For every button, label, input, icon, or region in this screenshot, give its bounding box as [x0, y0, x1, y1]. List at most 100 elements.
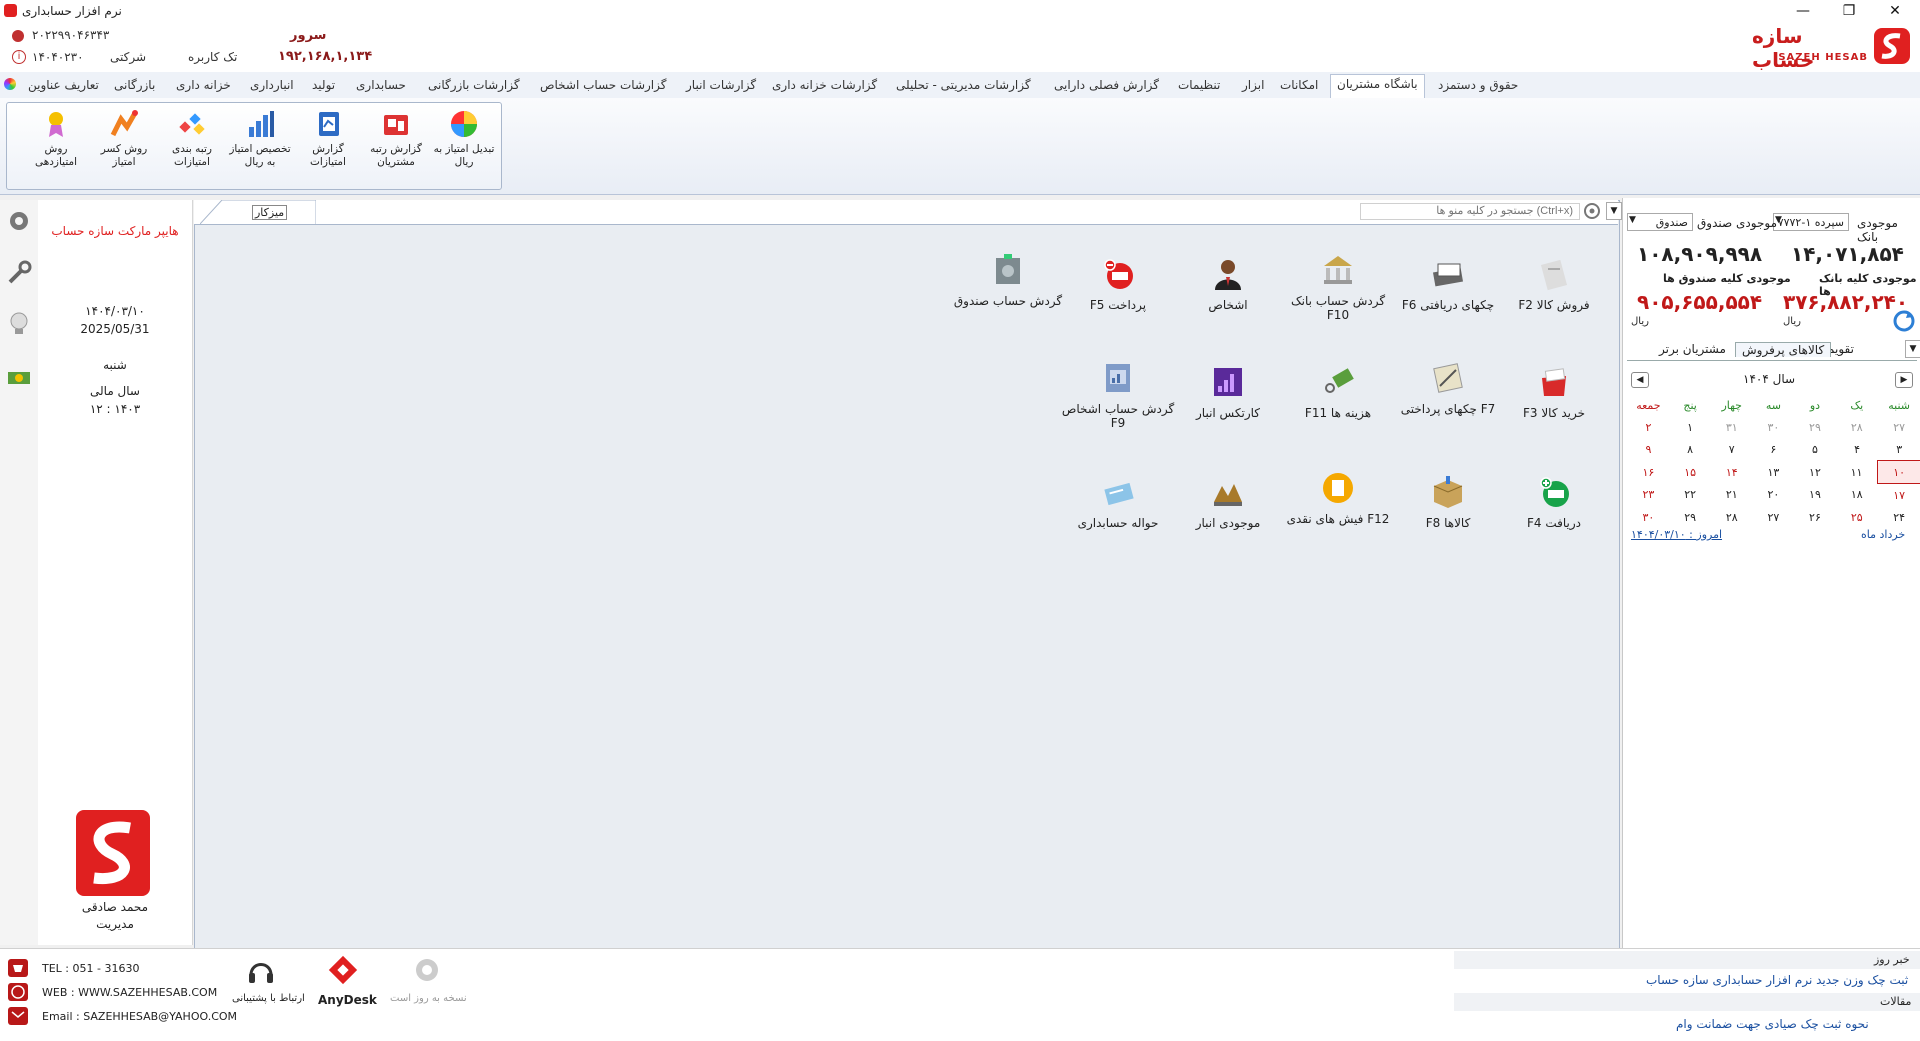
tile-received-cheques[interactable]: F6 چکهای دریافتی [1388, 256, 1508, 312]
footer-email[interactable]: Email : SAZEHHESAB@YAHOO.COM [42, 1010, 237, 1023]
calendar-day[interactable]: ۲۳ [1628, 484, 1670, 507]
search-settings-gear-icon[interactable] [1583, 202, 1601, 220]
support-label[interactable]: ارتباط با پشتیبانی [232, 993, 305, 1004]
panel-dropdown-toggle[interactable]: ▼ [1606, 202, 1622, 220]
menu-treasury-reports[interactable]: گزارشات خزانه داری [766, 76, 883, 94]
menu-accounting[interactable]: حسابداری [350, 76, 412, 94]
tile-receipt[interactable]: F4 دریافت [1494, 474, 1614, 530]
calendar-day[interactable]: ۱۹ [1794, 484, 1836, 507]
calendar-day[interactable]: ۹ [1628, 438, 1670, 461]
footer-web[interactable]: WEB : WWW.SAZEHHESAB.COM [42, 986, 217, 999]
calendar-day[interactable]: ۱۱ [1836, 461, 1878, 484]
tile-sales-invoice[interactable]: F2 فروش کالا [1494, 256, 1614, 312]
calendar-day[interactable]: ۲۸ [1836, 416, 1878, 438]
calendar-day[interactable]: ۱ [1669, 416, 1711, 438]
settings-gear-icon[interactable] [6, 208, 32, 234]
tile-paid-cheques[interactable]: چکهای پرداختی F7 [1388, 360, 1508, 416]
menu-commerce[interactable]: بازرگانی [108, 76, 161, 94]
calendar-prev-button[interactable]: ◀ [1631, 372, 1649, 388]
calendar-day[interactable]: ۱۳ [1753, 461, 1795, 484]
menu-management-reports[interactable]: گزارشات مدیریتی - تحلیلی [890, 76, 1037, 94]
calendar-day[interactable]: ۸ [1669, 438, 1711, 461]
calendar-day[interactable]: ۳۱ [1711, 416, 1753, 438]
money-icon[interactable] [6, 362, 32, 388]
menu-warehouse-reports[interactable]: گزارشات انبار [680, 76, 762, 94]
ranking-button[interactable]: رتبه بندی امتیازات [159, 109, 225, 169]
calendar-day[interactable]: ۱۷ [1878, 484, 1920, 507]
menu-settings[interactable]: تنظیمات [1172, 76, 1226, 94]
calendar-day[interactable]: ۳ [1878, 438, 1920, 461]
tile-bank-ledger[interactable]: گردش حساب بانک F10 [1278, 252, 1398, 322]
award-method-button[interactable]: روش امتیازدهی [23, 109, 89, 169]
menu-quarterly-assets[interactable]: گزارش فصلی دارایی [1048, 76, 1165, 94]
refresh-icon[interactable] [1893, 310, 1915, 332]
calendar-day[interactable]: ۳۰ [1628, 506, 1670, 528]
calendar-day[interactable]: ۱۴ [1711, 461, 1753, 484]
tile-goods[interactable]: F8 کالاها [1388, 474, 1508, 530]
tile-accounting-voucher[interactable]: حواله حسابداری [1058, 474, 1178, 530]
close-button[interactable]: ✕ [1872, 0, 1918, 22]
calendar-day[interactable]: ۲۱ [1711, 484, 1753, 507]
calendar-day[interactable]: ۲۷ [1878, 416, 1920, 438]
convert-points-button[interactable]: تبدیل امتیاز به ریال [431, 109, 497, 169]
menu-search-input[interactable] [1360, 203, 1580, 220]
calendar-day[interactable]: ۵ [1794, 438, 1836, 461]
tile-payment[interactable]: F5 پرداخت [1058, 256, 1178, 312]
menu-commerce-reports[interactable]: گزارشات بازرگانی [422, 76, 526, 94]
calendar-day[interactable]: ۴ [1836, 438, 1878, 461]
calendar-day-today[interactable]: ۱۰ [1877, 460, 1920, 484]
calendar-day[interactable]: ۱۸ [1836, 484, 1878, 507]
headset-support-icon[interactable] [246, 957, 276, 987]
menu-customer-club[interactable]: باشگاه مشتریان [1330, 74, 1425, 99]
calendar-day[interactable]: ۳۰ [1753, 416, 1795, 438]
tab-top-customers[interactable]: مشتریان برتر [1659, 342, 1726, 356]
cashbox-select[interactable]: صندوق [1627, 213, 1693, 231]
article-link[interactable]: نحوه ثبت چک صیادی جهت ضمانت وام [1676, 1017, 1869, 1031]
menu-persons-reports[interactable]: گزارشات حساب اشخاص [534, 76, 672, 94]
calendar-day[interactable]: ۲۹ [1794, 416, 1836, 438]
calendar-day[interactable]: ۲۴ [1878, 506, 1920, 528]
tabs-dropdown-toggle[interactable]: ▼ [1905, 340, 1920, 358]
calendar-day[interactable]: ۲۶ [1794, 506, 1836, 528]
lightbulb-icon[interactable] [6, 310, 32, 336]
menu-production[interactable]: تولید [306, 76, 341, 94]
menu-definitions[interactable]: تعاریف عناوین [22, 76, 105, 94]
anydesk-label[interactable]: AnyDesk [318, 993, 377, 1007]
menu-tools[interactable]: ابزار [1236, 76, 1270, 94]
menu-treasury[interactable]: خزانه داری [170, 76, 237, 94]
color-theme-icon[interactable] [4, 78, 16, 90]
minimize-button[interactable]: — [1780, 0, 1826, 22]
tile-persons-ledger[interactable]: گردش حساب اشخاص F9 [1058, 360, 1178, 430]
maximize-button[interactable]: ❐ [1826, 0, 1872, 22]
tile-persons[interactable]: اشخاص [1168, 256, 1288, 312]
deduct-points-button[interactable]: روش کسر امتیاز [91, 109, 157, 169]
calendar-day[interactable]: ۲۲ [1669, 484, 1711, 507]
tile-purchase-invoice[interactable]: F3 خرید کالا [1494, 364, 1614, 420]
calendar-day[interactable]: ۲۰ [1753, 484, 1795, 507]
calendar-day[interactable]: ۱۵ [1669, 461, 1711, 484]
wrench-icon[interactable] [6, 260, 32, 286]
menu-warehousing[interactable]: انبارداری [244, 76, 300, 94]
menu-facilities[interactable]: امکانات [1274, 76, 1324, 94]
ranking-report-button[interactable]: گزارش رتبه مشتریان [363, 109, 429, 169]
tile-inventory[interactable]: موجودی انبار [1168, 474, 1288, 530]
calendar-day[interactable]: ۶ [1753, 438, 1795, 461]
bank-account-select[interactable]: سپرده ۱-۷۷۷۲ [1773, 213, 1849, 231]
today-link[interactable]: امروز : ۱۴۰۴/۰۳/۱۰ [1631, 528, 1722, 541]
calendar-day[interactable]: ۲۸ [1711, 506, 1753, 528]
tab-top-products[interactable]: کالاهای پرفروش [1735, 342, 1832, 357]
calendar-day[interactable]: ۱۲ [1794, 461, 1836, 484]
calendar-day[interactable]: ۲۵ [1836, 506, 1878, 528]
tile-cashbox-ledger[interactable]: گردش حساب صندوق [948, 252, 1068, 308]
tile-warehouse-cardex[interactable]: کارتکس انبار [1168, 364, 1288, 420]
assign-points-button[interactable]: تخصیص امتیاز به ریال [227, 109, 293, 169]
anydesk-icon[interactable] [326, 953, 360, 987]
calendar-day[interactable]: ۲۹ [1669, 506, 1711, 528]
points-report-button[interactable]: گزارش امتیازات [295, 109, 361, 169]
calendar-day[interactable]: ۲۷ [1753, 506, 1795, 528]
news-link[interactable]: ثبت چک وزن جدید نرم افزار حسابداری سازه … [1646, 973, 1908, 987]
calendar-next-button[interactable]: ▶ [1895, 372, 1913, 388]
calendar-day[interactable]: ۱۶ [1628, 461, 1670, 484]
menu-payroll[interactable]: حقوق و دستمزد [1432, 76, 1524, 94]
tile-cash-slip[interactable]: فیش های نقدی F12 [1278, 470, 1398, 526]
